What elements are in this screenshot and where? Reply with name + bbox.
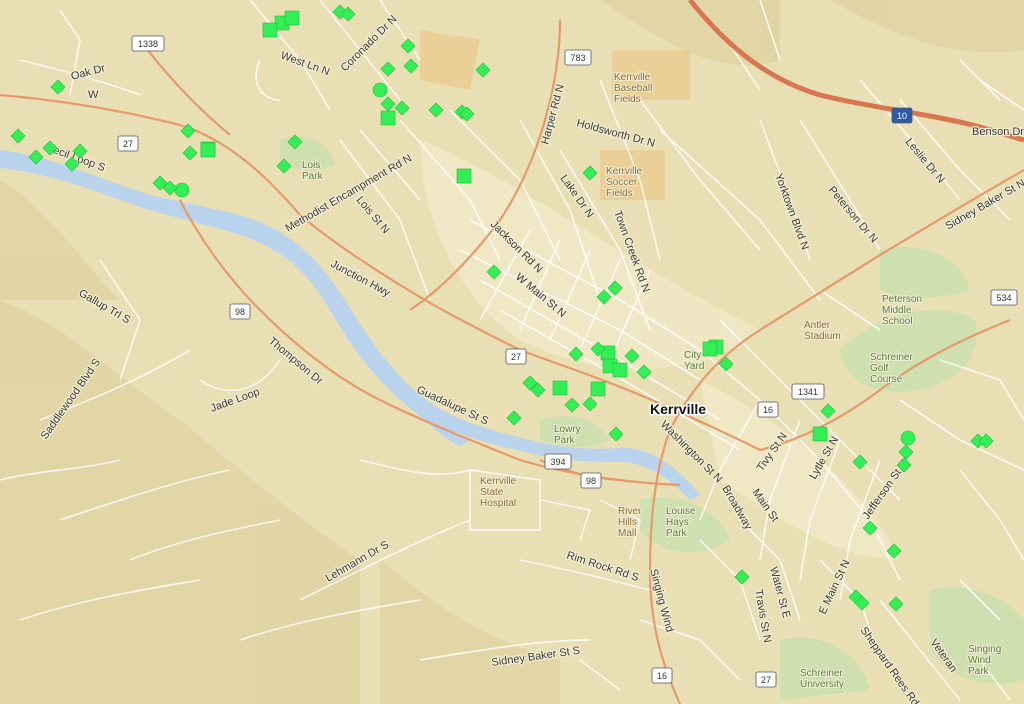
map-marker-square[interactable] [590, 381, 606, 397]
map-canvas[interactable]: Oak Dr W West Ln N Coronado Dr N Methodi… [0, 0, 1024, 704]
street-label: Benson Dr [972, 126, 1024, 138]
map-marker-circle[interactable] [174, 182, 190, 198]
svg-text:1338: 1338 [138, 39, 158, 49]
svg-text:783: 783 [570, 53, 585, 63]
highway-shield: 16 [651, 667, 673, 684]
highway-shield: 1341 [791, 383, 825, 400]
svg-text:98: 98 [586, 476, 596, 486]
svg-text:534: 534 [996, 293, 1011, 303]
city-label: Kerrville [650, 401, 706, 417]
highway-shield: 27 [117, 135, 139, 152]
svg-text:1341: 1341 [798, 387, 818, 397]
highway-shield: 534 [990, 289, 1018, 306]
highway-shield: 98 [229, 303, 251, 320]
map-marker-circle[interactable] [372, 82, 388, 98]
svg-text:16: 16 [763, 405, 773, 415]
svg-text:98: 98 [235, 307, 245, 317]
map-marker-square[interactable] [200, 142, 216, 158]
highway-shield: 27 [505, 348, 527, 365]
map-marker-square[interactable] [812, 426, 828, 442]
map-marker-square[interactable] [612, 362, 628, 378]
map-marker-square[interactable] [456, 168, 472, 184]
svg-text:27: 27 [511, 352, 521, 362]
map-marker-square[interactable] [552, 380, 568, 396]
highway-shield: 394 [544, 453, 572, 470]
map-marker-square[interactable] [284, 10, 300, 26]
svg-text:27: 27 [761, 675, 771, 685]
highway-shield: 16 [757, 401, 779, 418]
highway-shield: 1338 [131, 35, 165, 52]
map-marker-square[interactable] [702, 341, 718, 357]
street-label: W [88, 89, 99, 101]
map-marker-circle[interactable] [900, 430, 916, 446]
place-label: Lois Park [302, 160, 324, 182]
place-label: Schreiner University [800, 668, 844, 690]
svg-text:394: 394 [550, 457, 565, 467]
map-marker-square[interactable] [380, 110, 396, 126]
highway-shield: 98 [580, 472, 602, 489]
svg-text:10: 10 [897, 111, 907, 121]
highway-shield: 783 [564, 49, 592, 66]
interstate-shield: 10 [891, 107, 913, 124]
highway-shield: 27 [755, 671, 777, 688]
map-marker-square[interactable] [262, 22, 278, 38]
svg-text:16: 16 [657, 671, 667, 681]
svg-text:27: 27 [123, 139, 133, 149]
